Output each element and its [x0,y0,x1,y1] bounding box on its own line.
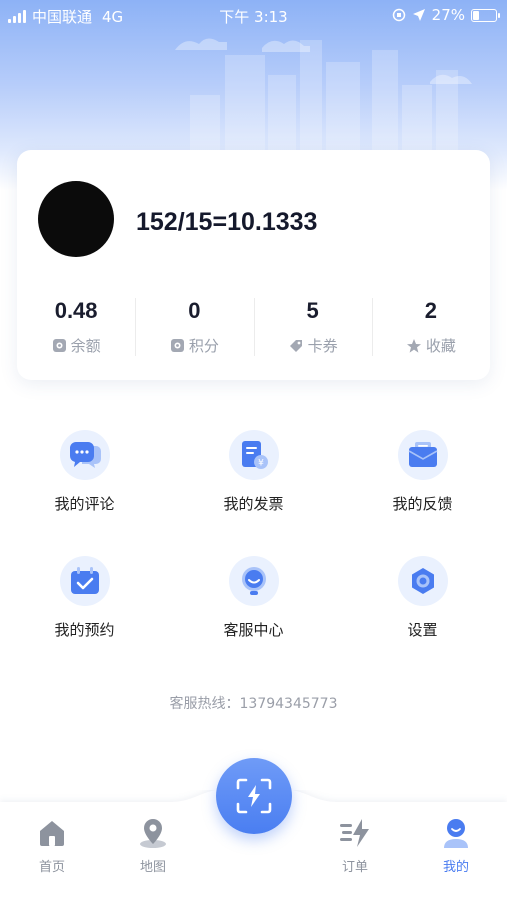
star-icon [406,338,421,353]
stat-coupons[interactable]: 5 卡券 [253,296,372,362]
gear-icon [411,568,434,594]
menu-icon-wrapper [397,556,448,606]
avatar[interactable] [38,181,114,257]
stat-label: 收藏 [425,337,456,355]
stat-label: 余额 [70,337,101,355]
stat-label: 积分 [188,337,219,355]
tab-home[interactable]: 首页 [17,816,87,875]
account-stats: 0.48 余额 0 积分 5 卡券 2 收藏 [17,296,490,362]
stat-label-row: 收藏 [372,335,490,356]
tab-icon-wrapper [17,816,87,850]
stat-value: 5 [306,298,319,323]
battery-icon [471,8,500,22]
battery-level [473,10,479,20]
tab-label: 我的 [442,860,469,875]
service-menu: 我的评论 ¥ 我的发票 我的反馈 我的预约 客服中心 设置 [0,430,507,682]
wallet-icon [52,339,66,352]
menu-label: 设置 [407,621,438,639]
menu-row: 我的评论 ¥ 我的发票 我的反馈 [0,430,507,556]
menu-item-settings[interactable]: 设置 [338,556,507,682]
stat-value: 2 [424,298,437,323]
stat-label: 卡券 [307,337,338,355]
svg-text:¥: ¥ [258,459,264,469]
tab-profile[interactable]: 我的 [421,816,491,875]
tab-label: 订单 [341,860,368,875]
tab-map[interactable]: 地图 [118,816,188,875]
tab-label: 地图 [139,860,166,875]
status-right: 27% [392,6,500,24]
invoice-icon: ¥ [241,441,268,469]
menu-item-my-comments[interactable]: 我的评论 [0,430,169,556]
stat-value: 0 [188,298,201,323]
orientation-lock-icon [392,8,405,22]
menu-item-customer-service[interactable]: 客服中心 [169,556,338,682]
tab-icon-wrapper [320,816,390,850]
customer-service-icon [241,567,266,595]
points-icon [170,339,184,352]
tab-orders[interactable]: 订单 [320,816,390,875]
scan-charge-button[interactable] [216,758,292,834]
home-icon [40,821,64,846]
order-lightning-icon [340,819,369,847]
menu-icon-wrapper [59,556,110,606]
menu-label: 我的发票 [223,495,284,513]
menu-icon-wrapper [228,556,279,606]
location-arrow-icon [412,9,425,21]
service-hotline[interactable]: 客服热线：13794345773 [0,693,507,713]
menu-row: 我的预约 客服中心 设置 [0,556,507,682]
menu-item-my-invoices[interactable]: ¥ 我的发票 [169,430,338,556]
menu-label: 我的评论 [54,495,115,513]
calendar-check-icon [70,567,99,594]
stat-label-row: 积分 [135,335,253,356]
stat-value: 0.48 [54,298,98,323]
menu-label: 我的预约 [54,621,115,639]
scan-charge-icon [236,778,272,814]
menu-label: 客服中心 [223,621,284,639]
status-bar: 中国联通 4G 下午 3:13 27% [0,0,507,30]
coupon-tag-icon [289,339,302,352]
map-pin-icon [140,819,166,848]
profile-icon [444,819,468,848]
menu-label: 我的反馈 [392,495,453,513]
feedback-mailbox-icon [408,442,437,467]
stat-balance[interactable]: 0.48 余额 [17,296,135,362]
profile-page: 中国联通 4G 下午 3:13 27% 152/15=10.1333 0.48 [0,0,507,900]
profile-card: 152/15=10.1333 0.48 余额 0 积分 5 卡券 2 收藏 [17,150,490,380]
menu-item-my-feedback[interactable]: 我的反馈 [338,430,507,556]
tab-icon-wrapper [118,816,188,850]
stat-favorites[interactable]: 2 收藏 [371,296,490,362]
menu-item-my-reservations[interactable]: 我的预约 [0,556,169,682]
menu-icon-wrapper [397,430,448,480]
menu-icon-wrapper [59,430,110,480]
stat-label-row: 余额 [17,335,135,356]
battery-percent: 27% [431,6,465,24]
stat-points[interactable]: 0 积分 [135,296,253,362]
comment-bubble-icon [69,442,101,468]
menu-icon-wrapper: ¥ [228,430,279,480]
username: 152/15=10.1333 [136,208,318,236]
stat-label-row: 卡券 [254,335,372,356]
tab-label: 首页 [38,860,65,875]
tab-icon-wrapper [421,816,491,850]
